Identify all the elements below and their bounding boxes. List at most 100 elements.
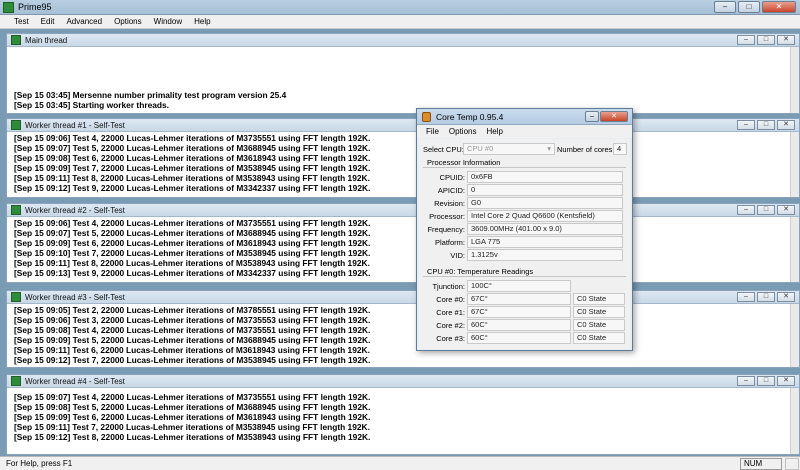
log-line: [Sep 15 09:09] Test 5, 22000 Lucas-Lehme… [14,335,371,346]
core-label: Core #0: [436,295,465,304]
worker-4-title: Worker thread #4 - Self-Test [25,377,125,386]
log-line: [Sep 15 09:06] Test 4, 22000 Lucas-Lehme… [14,218,371,228]
log-line: [Sep 15 09:11] Test 7, 22000 Lucas-Lehme… [14,422,370,433]
core-1-state: C0 State [573,306,625,318]
core-2-temp: 60C° [467,319,571,331]
mdi-restore-button[interactable]: □ [757,292,775,302]
log-line: [Sep 15 09:09] Test 7, 22000 Lucas-Lehme… [14,163,371,174]
coretemp-menu-bar: File Options Help [417,125,632,138]
mdi-close-button[interactable]: ✕ [777,120,795,130]
mdi-close-button[interactable]: ✕ [777,292,795,302]
mdi-close-button[interactable]: ✕ [777,205,795,215]
scrollbar[interactable] [790,217,799,282]
core-3-state: C0 State [573,332,625,344]
log-line: [Sep 15 03:45] Starting worker threads. [14,100,169,111]
mdi-restore-button[interactable]: □ [757,120,775,130]
log-line: [Sep 15 09:12] Test 7, 22000 Lucas-Lehme… [14,355,371,366]
select-cpu-label: Select CPU: [423,145,464,154]
worker-thread-4-window: Worker thread #4 - Self-Test – □ ✕ [Sep … [6,374,800,455]
maximize-button[interactable]: □ [738,1,760,13]
info-label: VID: [450,251,465,260]
main-thread-titlebar: Main thread – □ ✕ [7,34,799,47]
coretemp-panel: Select CPU: CPU #0 ▾ Number of cores 4 P… [419,139,630,349]
worker-1-title: Worker thread #1 - Self-Test [25,121,125,130]
frequency-value: 3609.00MHz (401.00 x 9.0) [467,223,623,235]
close-button[interactable]: ✕ [762,1,796,13]
menu-edit[interactable]: Edit [35,17,61,26]
scrollbar[interactable] [790,132,799,197]
mdi-close-button[interactable]: ✕ [777,35,795,45]
worker-2-log: [Sep 15 09:06] Test 4, 22000 Lucas-Lehme… [7,217,799,283]
info-label: APICID: [437,186,465,195]
thread-icon [11,205,21,215]
chevron-down-icon: ▾ [547,144,551,153]
scrollbar[interactable] [790,304,799,367]
log-line: [Sep 15 09:05] Test 2, 22000 Lucas-Lehme… [14,305,371,315]
worker-4-log: [Sep 15 09:07] Test 4, 22000 Lucas-Lehme… [7,388,799,455]
info-label: Platform: [434,238,465,247]
menu-window[interactable]: Window [148,17,188,26]
worker-thread-3-window: Worker thread #3 - Self-Test – □ ✕ [Sep … [6,290,800,368]
worker-thread-2-window: Worker thread #2 - Self-Test – □ ✕ [Sep … [6,203,800,283]
coretemp-titlebar: Core Temp 0.95.4 – ✕ [417,109,632,125]
mdi-minimize-button[interactable]: – [737,376,755,386]
log-line: [Sep 15 09:12] Test 8, 22000 Lucas-Lehme… [14,432,371,443]
coretemp-menu-options[interactable]: Options [444,127,482,136]
core-label: Core #1: [436,308,465,317]
log-line: [Sep 15 09:06] Test 4, 22000 Lucas-Lehme… [14,133,371,143]
log-line: [Sep 15 09:07] Test 4, 22000 Lucas-Lehme… [14,392,371,402]
processor-value: Intel Core 2 Quad Q6600 (Kentsfield) [467,210,623,222]
worker-2-title: Worker thread #2 - Self-Test [25,206,125,215]
app-title-bar: Prime95 – □ ✕ [0,0,800,15]
mdi-restore-button[interactable]: □ [757,35,775,45]
coretemp-minimize-button[interactable]: – [585,111,599,122]
minimize-button[interactable]: – [714,1,736,13]
scrollbar[interactable] [790,388,799,454]
log-line: [Sep 15 09:12] Test 9, 22000 Lucas-Lehme… [14,183,371,194]
status-bar: For Help, press F1 NUM [0,456,800,470]
worker-3-titlebar: Worker thread #3 - Self-Test – □ ✕ [7,291,799,304]
core-0-state: C0 State [573,293,625,305]
coretemp-menu-file[interactable]: File [421,127,444,136]
thread-icon [11,376,21,386]
mdi-restore-button[interactable]: □ [757,205,775,215]
core-label: Core #2: [436,321,465,330]
mdi-minimize-button[interactable]: – [737,205,755,215]
mdi-minimize-button[interactable]: – [737,35,755,45]
menu-advanced[interactable]: Advanced [60,17,108,26]
coretemp-menu-help[interactable]: Help [481,127,507,136]
app-title: Prime95 [18,2,52,12]
menu-test[interactable]: Test [8,17,35,26]
menu-options[interactable]: Options [108,17,148,26]
tjunction-value: 100C° [467,280,571,292]
status-help-text: For Help, press F1 [6,459,73,468]
core-label: Core #3: [436,334,465,343]
prime95-app-icon [3,2,14,13]
revision-value: G0 [467,197,623,209]
scrollbar[interactable] [790,47,799,113]
mdi-minimize-button[interactable]: – [737,292,755,302]
cores-value: 4 [613,143,627,155]
mdi-close-button[interactable]: ✕ [777,376,795,386]
tjunction-label: Tjunction: [432,282,465,291]
core-3-temp: 60C° [467,332,571,344]
info-label: Revision: [434,199,465,208]
mdi-restore-button[interactable]: □ [757,376,775,386]
log-line: [Sep 15 09:11] Test 8, 22000 Lucas-Lehme… [14,173,370,184]
coretemp-close-button[interactable]: ✕ [600,111,628,122]
mdi-minimize-button[interactable]: – [737,120,755,130]
cores-label: Number of cores [557,145,613,154]
worker-4-titlebar: Worker thread #4 - Self-Test – □ ✕ [7,375,799,388]
log-line: [Sep 15 09:09] Test 6, 22000 Lucas-Lehme… [14,238,371,249]
worker-3-log: [Sep 15 09:05] Test 2, 22000 Lucas-Lehme… [7,304,799,368]
select-cpu-dropdown[interactable]: CPU #0 ▾ [463,143,555,155]
resize-grip[interactable] [785,458,799,470]
worker-1-titlebar: Worker thread #1 - Self-Test – □ ✕ [7,119,799,132]
thread-icon [11,35,21,45]
log-line: [Sep 15 09:13] Test 9, 22000 Lucas-Lehme… [14,268,371,279]
log-line: [Sep 15 09:09] Test 6, 22000 Lucas-Lehme… [14,412,371,423]
menu-help[interactable]: Help [188,17,216,26]
cpuid-value: 0x6FB [467,171,623,183]
log-line: [Sep 15 09:06] Test 3, 22000 Lucas-Lehme… [14,315,371,326]
worker-2-titlebar: Worker thread #2 - Self-Test – □ ✕ [7,204,799,217]
